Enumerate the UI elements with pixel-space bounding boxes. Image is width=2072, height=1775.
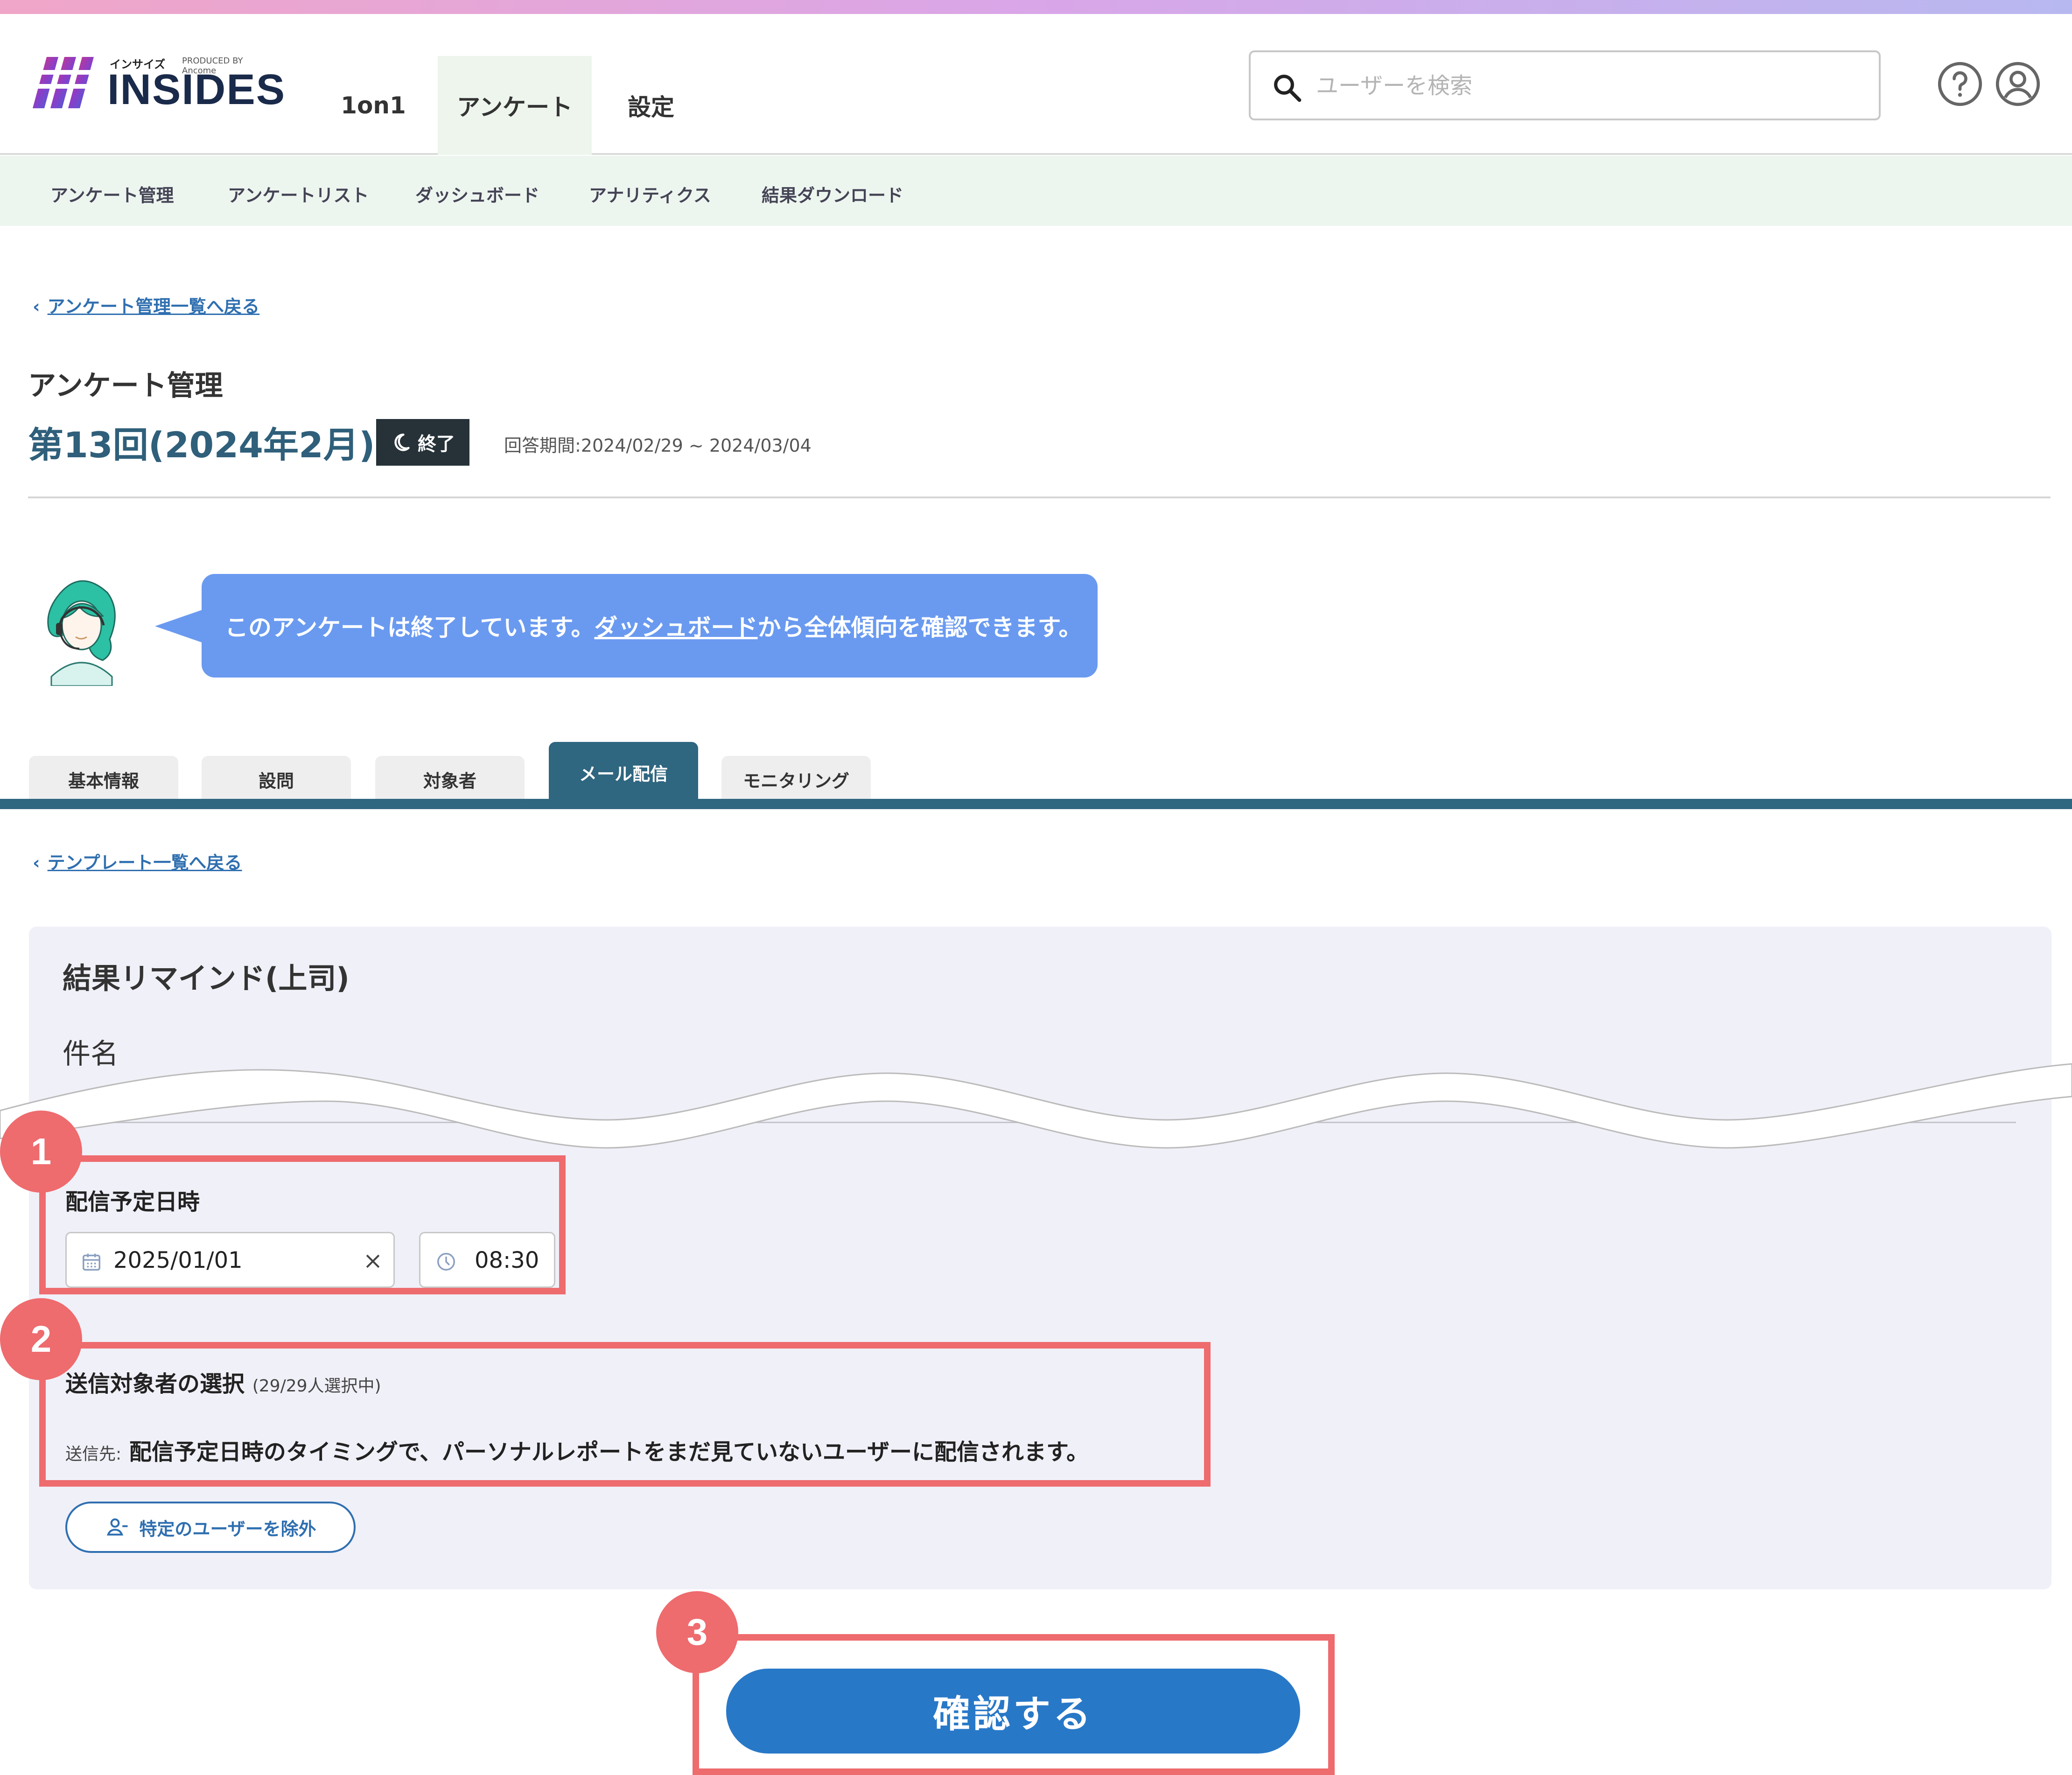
insides-logo-mark-icon	[33, 57, 98, 108]
tab-label: 設定	[628, 94, 674, 121]
search-icon	[1274, 75, 1302, 102]
annotation-box-1	[39, 1155, 566, 1294]
tab-1on1[interactable]: 1on1	[327, 56, 420, 155]
tab-underline	[0, 799, 2072, 809]
top-gradient-bar	[0, 0, 2072, 14]
search-input[interactable]	[1316, 62, 1853, 110]
answer-period: 回答期間:2024/02/29 ~ 2024/03/04	[504, 435, 812, 456]
moon-icon	[394, 433, 410, 451]
tab-label: 対象者	[423, 770, 476, 791]
notice-text-after: から全体傾向を確認できます。	[757, 614, 1082, 641]
chevron-left-icon: ‹	[33, 853, 40, 873]
notice-text-before: このアンケートは終了しています。	[225, 614, 595, 641]
subnav-dashboard[interactable]: ダッシュボード	[415, 181, 539, 207]
logo-wordmark: INSIDES	[107, 66, 286, 113]
insides-logo[interactable]: インサイズ PRODUCED BY Ancome INSIDES	[33, 51, 285, 121]
ended-notice-bubble: このアンケートは終了しています。 ダッシュボード から全体傾向を確認できます。	[202, 574, 1098, 678]
support-agent-avatar	[47, 580, 116, 686]
exclude-users-label: 特定のユーザーを除外	[139, 1518, 316, 1539]
tab-targets[interactable]: 対象者	[375, 756, 525, 803]
tab-label: 基本情報	[68, 770, 139, 791]
subnav-survey-list[interactable]: アンケートリスト	[228, 181, 369, 207]
status-badge-label: 終了	[418, 433, 455, 455]
dashboard-link[interactable]: ダッシュボード	[595, 609, 758, 643]
back-link-label: テンプレート一覧へ戻る	[47, 853, 242, 873]
tab-label: モニタリング	[742, 770, 849, 791]
tab-questions[interactable]: 設問	[202, 756, 351, 803]
section-label: アンケート管理	[28, 370, 223, 402]
tab-label: 1on1	[341, 92, 406, 119]
annotation-number-3: 3	[656, 1591, 738, 1673]
subnav-analytics[interactable]: アナリティクス	[589, 181, 711, 207]
back-to-survey-list-link[interactable]: ‹ アンケート管理一覧へ戻る	[33, 292, 259, 318]
help-icon[interactable]	[1937, 61, 1983, 107]
subnav-survey-management[interactable]: アンケート管理	[50, 181, 174, 207]
back-to-template-list-link[interactable]: ‹ テンプレート一覧へ戻る	[33, 848, 242, 874]
tab-label: 設問	[258, 770, 294, 791]
survey-subnav: アンケート管理 アンケートリスト ダッシュボード アナリティクス 結果ダウンロー…	[0, 156, 2072, 226]
user-account-icon[interactable]	[1995, 61, 2041, 107]
app-header: インサイズ PRODUCED BY Ancome INSIDES 1on1 アン…	[0, 14, 2072, 155]
user-minus-icon	[107, 1518, 128, 1536]
annotation-number-2: 2	[0, 1298, 82, 1380]
tab-label: アンケート	[457, 94, 573, 121]
tab-monitoring[interactable]: モニタリング	[721, 756, 871, 803]
omission-wave	[0, 1063, 2072, 1149]
user-search-box[interactable]	[1249, 50, 1881, 120]
tab-survey[interactable]: アンケート	[438, 56, 592, 155]
tab-mail-delivery[interactable]: メール配信	[549, 742, 698, 803]
tab-label: メール配信	[579, 763, 668, 784]
subnav-result-download[interactable]: 結果ダウンロード	[762, 181, 903, 207]
annotation-number-1: 1	[0, 1111, 82, 1193]
bubble-tail	[155, 609, 203, 643]
back-link-label: アンケート管理一覧へ戻る	[47, 296, 260, 317]
status-badge: 終了	[376, 419, 469, 466]
chevron-left-icon: ‹	[33, 296, 40, 317]
template-title: 結果リマインド(上司)	[63, 961, 350, 995]
survey-title: 第13回(2024年2月)	[28, 424, 375, 466]
tab-settings[interactable]: 設定	[607, 56, 695, 155]
annotation-box-3	[693, 1634, 1335, 1775]
annotation-box-2	[39, 1342, 1211, 1487]
heading-divider	[28, 496, 2051, 498]
tab-basic-info[interactable]: 基本情報	[29, 756, 178, 803]
exclude-users-button[interactable]: 特定のユーザーを除外	[65, 1502, 356, 1553]
